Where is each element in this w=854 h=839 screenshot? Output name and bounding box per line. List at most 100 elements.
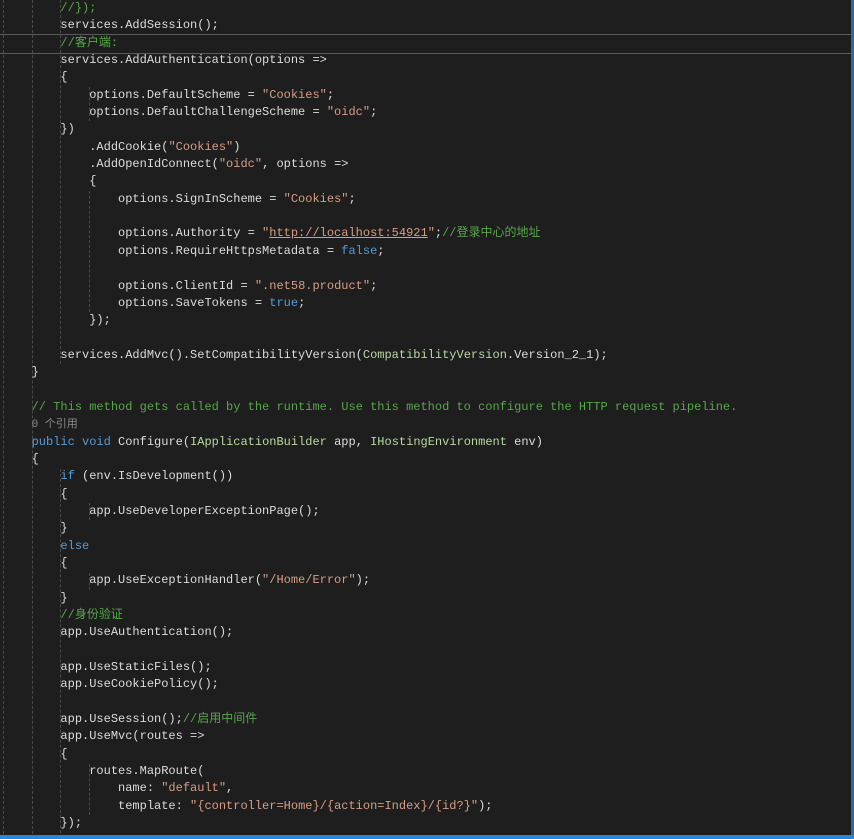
code-line[interactable]: options.SaveTokens = true; <box>0 295 737 312</box>
code-token: ; <box>435 226 442 240</box>
code-line[interactable]: template: "{controller=Home}/{action=Ind… <box>0 798 737 815</box>
code-line[interactable] <box>0 642 737 659</box>
code-token: "{controller=Home}/{action=Index}/{id?}" <box>190 799 478 813</box>
code-line[interactable]: if (env.IsDevelopment()) <box>0 468 737 485</box>
code-token: options.SignInScheme = <box>0 192 284 206</box>
code-line[interactable]: { <box>0 69 737 86</box>
code-line[interactable]: app.UseStaticFiles(); <box>0 659 737 676</box>
code-token: { <box>0 487 68 501</box>
codelens-references-link[interactable]: 0 个引用 <box>32 419 78 431</box>
code-token: { <box>0 452 39 466</box>
code-line[interactable]: options.SignInScheme = "Cookies"; <box>0 191 737 208</box>
code-token: options.DefaultChallengeScheme = <box>0 105 327 119</box>
code-token: (env.IsDevelopment()) <box>75 469 233 483</box>
code-line[interactable]: } <box>0 520 737 537</box>
code-line[interactable]: options.Authority = "http://localhost:54… <box>0 225 737 242</box>
code-token: } <box>0 521 68 535</box>
code-line[interactable]: services.AddAuthentication(options => <box>0 52 737 69</box>
code-token: app.UseMvc(routes => <box>0 729 204 743</box>
code-line[interactable]: } <box>0 364 737 381</box>
code-token <box>0 417 32 431</box>
code-token <box>75 435 82 449</box>
code-token: //身份验证 <box>0 608 123 622</box>
code-line[interactable]: { <box>0 451 737 468</box>
code-token: ".net58.product" <box>255 279 370 293</box>
code-line[interactable]: public void Configure(IApplicationBuilde… <box>0 434 737 451</box>
code-token: options.SaveTokens = <box>0 296 269 310</box>
code-line[interactable]: 0 个引用 <box>0 416 737 433</box>
code-line[interactable]: app.UseDeveloperExceptionPage(); <box>0 503 737 520</box>
code-token: app.UseExceptionHandler( <box>0 573 262 587</box>
code-token: "default" <box>161 781 226 795</box>
code-line[interactable] <box>0 208 737 225</box>
code-token <box>0 539 60 553</box>
code-line[interactable]: app.UseMvc(routes => <box>0 728 737 745</box>
code-token: { <box>0 556 68 570</box>
code-line[interactable]: routes.MapRoute( <box>0 763 737 780</box>
code-line[interactable] <box>0 260 737 277</box>
code-line[interactable] <box>0 330 737 347</box>
code-token: routes.MapRoute( <box>0 764 204 778</box>
code-token: ; <box>298 296 305 310</box>
code-editor[interactable]: //}); services.AddSession(); //客户端: serv… <box>0 0 854 839</box>
code-line[interactable]: app.UseCookiePolicy(); <box>0 676 737 693</box>
code-token: options.RequireHttpsMetadata = <box>0 244 341 258</box>
code-token: { <box>0 747 68 761</box>
code-line[interactable]: { <box>0 555 737 572</box>
code-token: //启用中间件 <box>183 712 257 726</box>
code-line[interactable]: // This method gets called by the runtim… <box>0 399 737 416</box>
code-token: options.Authority = <box>0 226 262 240</box>
code-line[interactable]: app.UseExceptionHandler("/Home/Error"); <box>0 572 737 589</box>
code-token: options.DefaultScheme = <box>0 88 262 102</box>
code-line[interactable]: //身份验证 <box>0 607 737 624</box>
code-line[interactable]: .AddOpenIdConnect("oidc", options => <box>0 156 737 173</box>
code-line[interactable]: //}); <box>0 0 737 17</box>
code-token: //登录中心的地址 <box>442 226 540 240</box>
code-line[interactable]: } <box>0 590 737 607</box>
code-line[interactable]: }) <box>0 121 737 138</box>
code-line[interactable]: options.DefaultChallengeScheme = "oidc"; <box>0 104 737 121</box>
code-line[interactable]: else <box>0 538 737 555</box>
code-line[interactable]: options.RequireHttpsMetadata = false; <box>0 243 737 260</box>
code-token: if <box>60 469 74 483</box>
code-line[interactable]: options.DefaultScheme = "Cookies"; <box>0 87 737 104</box>
code-line[interactable] <box>0 382 737 399</box>
code-line[interactable]: services.AddMvc().SetCompatibilityVersio… <box>0 347 737 364</box>
code-token: services.AddSession(); <box>0 18 219 32</box>
code-line[interactable]: { <box>0 746 737 763</box>
code-token: CompatibilityVersion <box>363 348 507 362</box>
code-line[interactable]: { <box>0 173 737 190</box>
code-line[interactable]: app.UseAuthentication(); <box>0 624 737 641</box>
code-token: }) <box>0 122 75 136</box>
code-line[interactable]: { <box>0 486 737 503</box>
code-token: true <box>269 296 298 310</box>
code-line[interactable]: //客户端: <box>0 35 737 52</box>
code-token: }); <box>0 313 111 327</box>
code-line[interactable] <box>0 694 737 711</box>
code-line[interactable]: .AddCookie("Cookies") <box>0 139 737 156</box>
code-token: "oidc" <box>327 105 370 119</box>
code-token: app, <box>327 435 370 449</box>
code-token: app.UseDeveloperExceptionPage(); <box>0 504 320 518</box>
code-token: } <box>0 591 68 605</box>
code-line[interactable]: services.AddSession(); <box>0 17 737 34</box>
code-token: .Version_2_1); <box>507 348 608 362</box>
code-line[interactable]: name: "default", <box>0 780 737 797</box>
url-link[interactable]: http://localhost:54921 <box>269 226 427 240</box>
code-line[interactable]: }); <box>0 815 737 832</box>
code-content: //}); services.AddSession(); //客户端: serv… <box>0 0 737 839</box>
code-token: ) <box>233 140 240 154</box>
code-line[interactable]: app.UseSession();//启用中间件 <box>0 711 737 728</box>
code-line[interactable]: }); <box>0 312 737 329</box>
code-line[interactable]: options.ClientId = ".net58.product"; <box>0 278 737 295</box>
code-token: .AddCookie( <box>0 140 168 154</box>
code-token: false <box>341 244 377 258</box>
code-token: ; <box>348 192 355 206</box>
code-token: services.AddAuthentication(options => <box>0 53 327 67</box>
code-token: template: <box>0 799 190 813</box>
code-token: //}); <box>0 1 96 15</box>
code-token <box>0 435 32 449</box>
code-token: ; <box>377 244 384 258</box>
code-token: app.UseSession(); <box>0 712 183 726</box>
code-token: "/Home/Error" <box>262 573 356 587</box>
